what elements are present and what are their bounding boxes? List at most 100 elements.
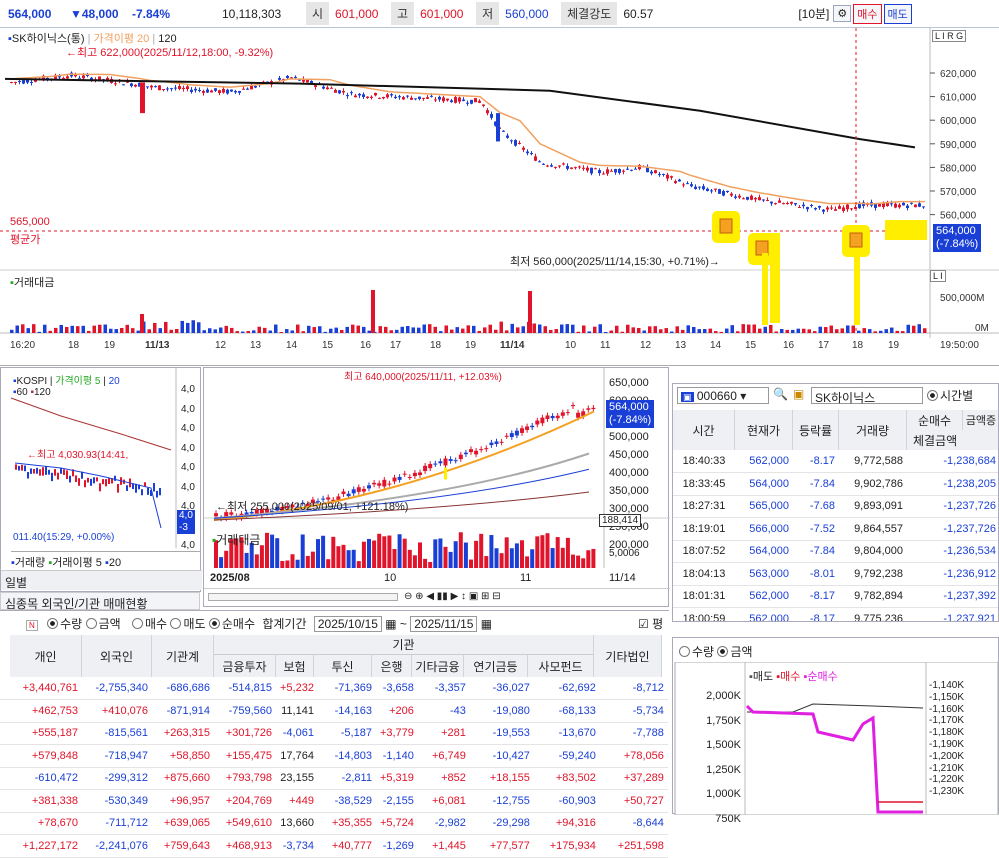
stock-name-field[interactable]: SK하이닉스 xyxy=(811,387,923,405)
tick-chart-opts[interactable]: 수량 금액 xyxy=(679,643,753,660)
tick-cell: 562,000 xyxy=(735,607,793,621)
daily-volume-bar xyxy=(463,542,468,568)
kospi-mini-chart[interactable]: ▪KOSPI | 가격이평 5 | 20 ▪60 ▪120 ←최고 4,030.… xyxy=(0,367,202,592)
candle-body xyxy=(382,96,385,99)
candle-body xyxy=(650,171,653,174)
candle-body xyxy=(230,89,233,92)
daily-volume-bar xyxy=(402,538,407,568)
flow-cell: -2,982 xyxy=(417,812,470,835)
tick-row: 18:40:33 562,000 -8.17 9,772,588 -1,238,684 xyxy=(673,450,998,473)
candle-body xyxy=(582,167,585,169)
flow-cell: +78,056 xyxy=(599,744,668,768)
daily-volume-bar xyxy=(305,555,310,568)
code-input[interactable]: ▣ 000660 ▾ xyxy=(677,387,769,404)
flow-cell xyxy=(0,767,10,790)
kospi-candle xyxy=(18,465,20,471)
intraday-chart-canvas[interactable]: 620,000 610,000 600,000 590,000 580,000 570,0… xyxy=(0,28,999,366)
volume-bar xyxy=(835,329,839,333)
flow-checkbox[interactable]: ☑ 평 xyxy=(638,615,663,632)
date-from-input[interactable]: 2025/10/15 xyxy=(313,616,382,632)
candle-body xyxy=(622,170,625,172)
daily-candle xyxy=(453,460,458,462)
b-marker-icon[interactable] xyxy=(719,218,733,234)
daily-volume-bar xyxy=(565,537,570,568)
daily-candle xyxy=(458,454,463,460)
opt-amount[interactable]: 금액 xyxy=(730,645,752,659)
sell-button[interactable]: 매도 xyxy=(883,3,912,24)
flow-cell: -686,686 xyxy=(152,677,214,700)
x-tick: 11 xyxy=(600,340,611,351)
calendar-icon-2[interactable]: ▦ xyxy=(477,617,492,631)
kospi-candle xyxy=(99,483,101,492)
flow-cell: +5,232 xyxy=(276,677,318,700)
search-icon[interactable]: 🔍 xyxy=(773,387,788,401)
chart-toggle-lirg[interactable]: L I R G xyxy=(932,30,967,42)
kospi-candle xyxy=(84,480,86,488)
date-to-input[interactable]: 2025/11/15 xyxy=(410,616,478,632)
flow-tab[interactable]: 심종목 외국인/기관 매매현황 xyxy=(0,592,200,611)
buy-button[interactable]: 매수 xyxy=(853,3,882,24)
daily-volume-bar xyxy=(300,534,305,568)
candle-body xyxy=(474,98,477,103)
intraday-chart[interactable]: 620,000 610,000 600,000 590,000 580,000 570,0… xyxy=(0,28,999,366)
volume-bar xyxy=(609,330,613,333)
volume-toggle[interactable]: L I xyxy=(930,270,946,282)
tick-cell: 9,893,091 xyxy=(839,495,907,518)
candle-body xyxy=(14,81,17,83)
candle-body xyxy=(466,102,469,104)
candle-body xyxy=(538,161,541,163)
candle-body xyxy=(662,173,665,175)
interval-label[interactable]: [10분] xyxy=(798,5,829,22)
tick-cell: -1,238,205 xyxy=(907,472,998,496)
volume-bar xyxy=(593,326,597,333)
volume-bar xyxy=(428,324,432,333)
calendar-icon[interactable]: ▦ xyxy=(382,617,396,631)
volume-bar xyxy=(76,326,80,333)
settings-button[interactable]: ⚙ xyxy=(833,5,852,22)
daily-volume-bar xyxy=(341,544,346,568)
flow-opt-qty[interactable]: 수량 xyxy=(47,617,82,631)
flow-opt-buy[interactable]: 매수 xyxy=(132,617,167,631)
volume-bar xyxy=(444,325,448,333)
volume-bar xyxy=(901,331,905,333)
b-marker-icon[interactable] xyxy=(755,240,769,256)
flow-panel: N 수량 금액 매수 매도 순매수 합계기간 2025/10/15 ▦ ~ 20… xyxy=(0,610,669,858)
volume-bar xyxy=(307,325,311,333)
flow-cell: -43 xyxy=(417,699,470,723)
daily-chart[interactable]: 최고 640,000(2025/11/11, +12.03%) ←최저 255,… xyxy=(203,367,670,607)
flow-opt-net[interactable]: 순매수 xyxy=(208,617,255,631)
daily-candle xyxy=(397,476,402,480)
tab-daily[interactable]: 일별 xyxy=(1,570,202,590)
kospi-candle xyxy=(141,489,143,496)
daily-volume-bar xyxy=(280,560,285,568)
volume-bar xyxy=(279,331,283,333)
candle-body xyxy=(62,77,65,79)
flow-cell: +83,502 xyxy=(533,767,600,790)
candle-body xyxy=(910,202,913,204)
daily-scrollbar[interactable] xyxy=(208,593,398,601)
daily-volume-bar xyxy=(321,535,326,568)
candle-body xyxy=(846,204,849,210)
flow-cell: -5,187 xyxy=(317,722,376,745)
daily-volume-bar xyxy=(591,548,596,568)
kospi-candle xyxy=(93,477,95,484)
flow-col-header: 개인 xyxy=(10,635,82,677)
opt-qty[interactable]: 수량 xyxy=(692,645,714,659)
folder-icon[interactable]: ▣ xyxy=(793,387,804,401)
low-label: 저 xyxy=(476,2,500,25)
volume-bar xyxy=(582,325,586,333)
tick-row: 18:00:59 562,000 -8.17 9,775,236 -1,237,921 xyxy=(673,607,998,621)
tick-cell: 562,000 xyxy=(735,450,793,473)
daily-tools[interactable]: ⊖ ⊕ ◀ ▮▮ ▶ ↕ ▣ ⊞ ⊟ xyxy=(404,591,501,602)
flow-opt-sell[interactable]: 매도 xyxy=(170,617,206,631)
x-tick: 19:50:00 xyxy=(940,340,979,351)
daily-volume-bar xyxy=(560,547,565,568)
volume-bar xyxy=(417,327,421,333)
daily-candle xyxy=(412,472,417,477)
mode-time-radio[interactable]: 시간별 xyxy=(927,387,973,404)
flow-cell: -8,644 xyxy=(599,812,668,835)
flow-cell: -2,811 xyxy=(317,767,376,790)
flow-cell: +5,724 xyxy=(375,812,418,835)
flow-opt-amt[interactable]: 금액 xyxy=(85,617,121,631)
b-marker-icon[interactable] xyxy=(849,232,863,248)
